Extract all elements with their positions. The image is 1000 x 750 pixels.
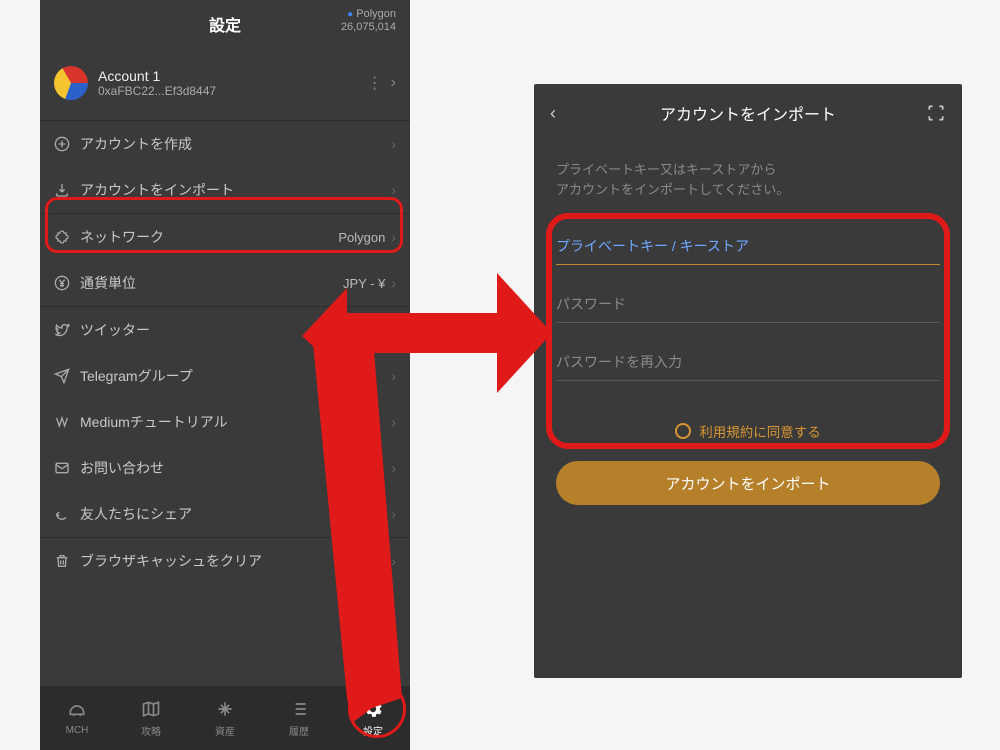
instruction-line2: アカウントをインポートしてください。 [556, 180, 940, 200]
chevron-right-icon: › [391, 506, 396, 522]
chevron-right-icon: › [391, 74, 396, 92]
sparkle-icon [214, 698, 236, 720]
scan-icon [926, 103, 946, 123]
password-input[interactable] [556, 269, 940, 323]
chevron-right-icon: › [391, 229, 396, 245]
chevron-right-icon: › [391, 460, 396, 476]
nav-settings[interactable]: 設定 [336, 686, 410, 750]
nav-label: 資産 [215, 723, 235, 738]
row-medium[interactable]: Mediumチュートリアル › [40, 399, 410, 445]
chevron-right-icon: › [391, 136, 396, 152]
account-text: Account 1 0xaFBC22...Ef3d8447 [98, 68, 367, 98]
row-clear-cache[interactable]: ブラウザキャッシュをクリア › [40, 538, 410, 584]
account-name: Account 1 [98, 68, 367, 84]
password-confirm-input[interactable] [556, 327, 940, 381]
radio-unchecked-icon [675, 423, 691, 439]
mail-icon [54, 460, 80, 476]
account-address: 0xaFBC22...Ef3d8447 [98, 84, 367, 98]
settings-header: 設定 ● Polygon 26,075,014 [40, 0, 410, 48]
row-label: Telegramグループ [80, 366, 391, 386]
import-account-button[interactable]: アカウントをインポート [556, 461, 940, 505]
share-icon [54, 506, 80, 522]
row-twitter[interactable]: ツイッター › [40, 307, 410, 353]
nav-label: 攻略 [141, 723, 161, 738]
row-label: ブラウザキャッシュをクリア [80, 551, 391, 571]
chevron-right-icon: › [391, 182, 396, 198]
medium-icon [54, 414, 80, 430]
row-import-account[interactable]: アカウントをインポート › [40, 167, 410, 213]
section-network: ネットワーク Polygon › 通貨単位 JPY - ¥ › [40, 213, 410, 306]
bottom-nav: MCH 攻略 資産 履歴 設定 [40, 686, 410, 750]
account-avatar-icon [54, 66, 88, 100]
agree-label: 利用規約に同意する [699, 421, 821, 441]
private-key-input[interactable] [556, 211, 940, 265]
section-social: ツイッター › Telegramグループ › Mediumチュートリアル › お… [40, 306, 410, 537]
network-dot-icon: ● [347, 9, 353, 20]
row-label: アカウントをインポート [80, 180, 391, 200]
import-button-label: アカウントをインポート [665, 473, 830, 494]
account-row[interactable]: Account 1 0xaFBC22...Ef3d8447 ⋮ › [40, 48, 410, 120]
header-title: 設定 [209, 12, 241, 36]
row-contact[interactable]: お問い合わせ › [40, 445, 410, 491]
more-vert-icon[interactable]: ⋮ [367, 73, 381, 93]
nav-label: 履歴 [289, 723, 309, 738]
row-label: ツイッター [80, 320, 391, 340]
network-name: Polygon [356, 8, 396, 20]
row-label: ネットワーク [80, 227, 338, 247]
puzzle-icon [54, 229, 80, 245]
back-icon[interactable]: ‹ [550, 103, 580, 124]
row-share[interactable]: 友人たちにシェア › [40, 491, 410, 537]
agree-terms-checkbox[interactable]: 利用規約に同意する [534, 421, 962, 441]
map-icon [140, 698, 162, 720]
settings-screen: 設定 ● Polygon 26,075,014 Account 1 0xaFBC… [40, 0, 410, 750]
chevron-right-icon: › [391, 322, 396, 338]
twitter-icon [54, 322, 80, 338]
helmet-icon [66, 700, 88, 722]
gear-icon [362, 698, 384, 720]
chevron-right-icon: › [391, 553, 396, 569]
send-icon [54, 368, 80, 384]
plus-circle-icon [54, 136, 80, 152]
import-instruction: プライベートキー又はキーストアから アカウントをインポートしてください。 [534, 142, 962, 207]
row-label: Mediumチュートリアル [80, 412, 391, 432]
nav-guide[interactable]: 攻略 [114, 686, 188, 750]
section-account-ops: アカウントを作成 › アカウントをインポート › [40, 120, 410, 213]
row-label: アカウントを作成 [80, 134, 391, 154]
row-label: 通貨単位 [80, 273, 343, 293]
instruction-line1: プライベートキー又はキーストアから [556, 160, 940, 180]
nav-history[interactable]: 履歴 [262, 686, 336, 750]
yen-icon [54, 275, 80, 291]
import-header: ‹ アカウントをインポート [534, 84, 962, 142]
list-icon [288, 698, 310, 720]
chevron-right-icon: › [391, 414, 396, 430]
section-cache: ブラウザキャッシュをクリア › [40, 537, 410, 584]
import-screen: ‹ アカウントをインポート プライベートキー又はキーストアから アカウントをイン… [534, 84, 962, 678]
chevron-right-icon: › [391, 275, 396, 291]
row-label: お問い合わせ [80, 458, 391, 478]
row-value: JPY - ¥ [343, 276, 385, 291]
row-telegram[interactable]: Telegramグループ › [40, 353, 410, 399]
chevron-right-icon: › [391, 368, 396, 384]
download-icon [54, 182, 80, 198]
nav-assets[interactable]: 資産 [188, 686, 262, 750]
row-network[interactable]: ネットワーク Polygon › [40, 214, 410, 260]
import-header-title: アカウントをインポート [580, 101, 916, 125]
nav-label: MCH [66, 725, 89, 736]
row-currency[interactable]: 通貨単位 JPY - ¥ › [40, 260, 410, 306]
row-create-account[interactable]: アカウントを作成 › [40, 121, 410, 167]
block-height: 26,075,014 [341, 21, 396, 34]
row-label: 友人たちにシェア [80, 504, 391, 524]
nav-label: 設定 [363, 723, 383, 738]
scan-button[interactable] [916, 103, 946, 123]
nav-mch[interactable]: MCH [40, 686, 114, 750]
row-value: Polygon [338, 230, 385, 245]
trash-icon [54, 553, 80, 569]
network-indicator[interactable]: ● Polygon 26,075,014 [341, 8, 396, 34]
